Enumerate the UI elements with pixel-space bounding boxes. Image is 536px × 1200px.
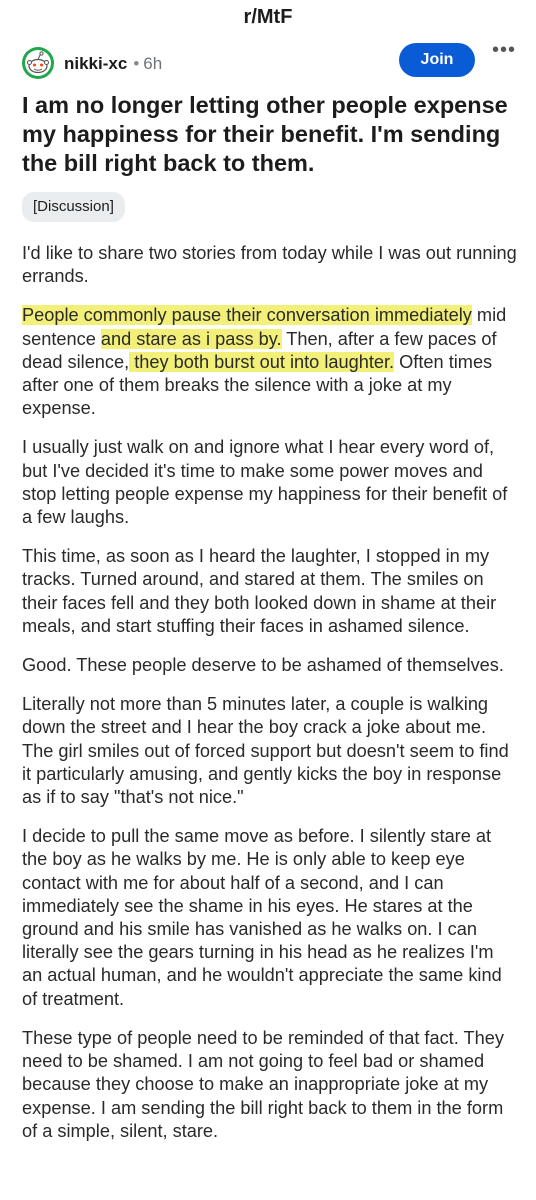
meta-separator: • — [133, 54, 140, 73]
paragraph-5: Good. These people deserve to be ashamed… — [22, 655, 504, 676]
join-button[interactable]: Join — [399, 43, 475, 77]
subreddit-header[interactable]: r/MtF — [0, 0, 536, 34]
reddit-snoo-avatar-icon[interactable] — [21, 46, 55, 80]
highlight-2: and stare as i pass by. — [100, 328, 282, 349]
post-author-line: nikki-xc • 6h — [64, 54, 162, 74]
paragraph-1: I'd like to share two stories from today… — [22, 243, 517, 287]
paragraph-2: People commonly pause their conversation… — [22, 304, 518, 420]
paragraph-8: These type of people need to be reminded… — [22, 1027, 504, 1141]
post-flair[interactable]: [Discussion] — [22, 192, 125, 222]
author-name[interactable]: nikki-xc — [64, 54, 127, 73]
highlight-3: they both burst out into laughter. — [129, 351, 395, 372]
paragraph-6: Literally not more than 5 minutes later,… — [22, 694, 509, 808]
highlight-1: People commonly pause their conversation… — [22, 305, 472, 326]
post-age: 6h — [143, 54, 163, 73]
post-body: I'd like to share two stories from today… — [22, 242, 518, 1159]
paragraph-3: I usually just walk on and ignore what I… — [22, 437, 508, 528]
post-title: I am no longer letting other people expe… — [22, 92, 508, 176]
paragraph-4: This time, as soon as I heard the laught… — [22, 546, 497, 636]
paragraph-7: I decide to pull the same move as before… — [22, 826, 502, 1009]
more-options-icon[interactable]: ••• — [491, 40, 517, 64]
